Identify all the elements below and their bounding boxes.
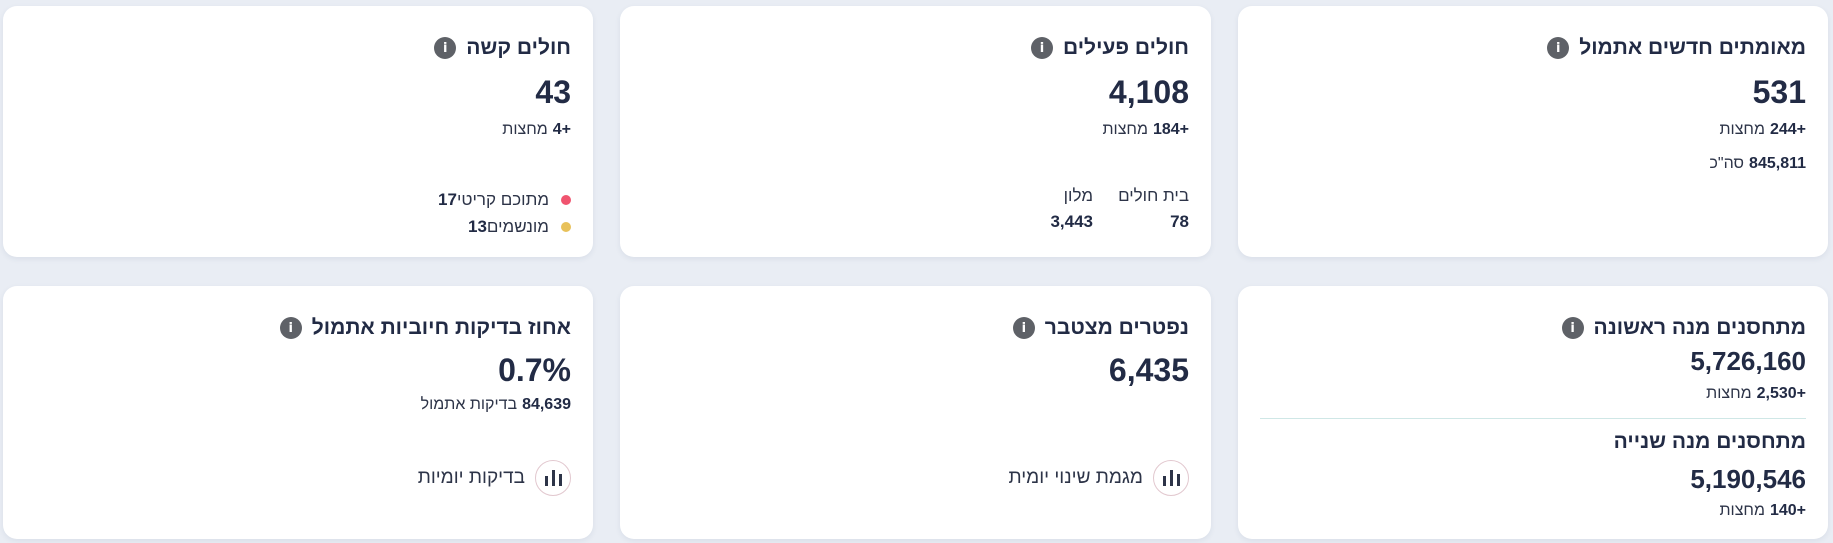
active-value: 4,108 [1108, 74, 1189, 110]
new-confirmed-value: 531 [1752, 74, 1806, 110]
daily-trend-link[interactable]: מגמת שינוי יומית [1008, 460, 1189, 496]
second-dose-title: מתחסנים מנה שנייה [1613, 430, 1806, 453]
card-title: מאומתים חדשים אתמול [1579, 36, 1806, 59]
card-deaths: נפטרים מצטבר i 6,435 מגמת שינוי יומית [620, 286, 1211, 539]
card-title: חולים קשה [466, 36, 571, 59]
first-dose-change: 2,530+ מחצות [1706, 385, 1806, 402]
legend-critical: מתוכם קריטי 17 [432, 190, 571, 210]
info-icon[interactable]: i [1031, 37, 1054, 59]
tests-yesterday: 84,639 בדיקות אתמול [420, 396, 571, 413]
second-dose-value: 5,190,546 [1690, 464, 1806, 494]
card-title: נפטרים מצטבר [1044, 316, 1189, 339]
legend-ventilated: מונשמים 13 [462, 217, 571, 237]
hospital-breakdown: בית חולים 78 [1118, 186, 1189, 231]
severe-change: 4+ מחצות [502, 121, 571, 138]
card-new-confirmed: מאומתים חדשים אתמול i 531 244+ מחצות 845,… [1238, 6, 1828, 257]
severe-value: 43 [535, 74, 571, 110]
deaths-value: 6,435 [1108, 352, 1189, 388]
info-icon[interactable]: i [1547, 37, 1570, 59]
daily-tests-link[interactable]: בדיקות יומיות [418, 460, 571, 496]
ventilated-dot-icon [561, 222, 571, 232]
card-vaccinated: מתחסנים מנה ראשונה i 5,726,160 2,530+ מחצ… [1238, 286, 1828, 539]
info-icon[interactable]: i [434, 37, 457, 59]
info-icon[interactable]: i [1012, 317, 1035, 339]
divider [1260, 418, 1806, 419]
card-positive-rate: אחוז בדיקות חיוביות אתמול i 0.7% 84,639 ב… [3, 286, 593, 539]
card-active-patients: חולים פעילים i 4,108 184+ מחצות בית חולים… [620, 6, 1211, 257]
bar-chart-icon[interactable] [535, 460, 571, 496]
positive-rate-value: 0.7% [498, 352, 571, 388]
bar-chart-icon[interactable] [1153, 460, 1189, 496]
active-change: 184+ מחצות [1102, 121, 1190, 138]
card-title: מתחסנים מנה ראשונה [1593, 316, 1806, 339]
info-icon[interactable]: i [1561, 317, 1584, 339]
card-title: חולים פעילים [1063, 36, 1189, 59]
card-title: אחוז בדיקות חיוביות אתמול [311, 316, 571, 339]
critical-dot-icon [561, 195, 571, 205]
card-severe-patients: חולים קשה i 43 4+ מחצות מתוכם קריטי 17 מונ… [3, 6, 593, 257]
new-confirmed-change: 244+ מחצות [1719, 121, 1807, 138]
hotel-breakdown: מלון 3,443 [1050, 186, 1093, 231]
second-dose-change: 140+ מחצות [1719, 502, 1807, 519]
first-dose-value: 5,726,160 [1690, 346, 1806, 376]
info-icon[interactable]: i [279, 317, 302, 339]
new-confirmed-total: 845,811 סה"כ [1709, 155, 1806, 172]
